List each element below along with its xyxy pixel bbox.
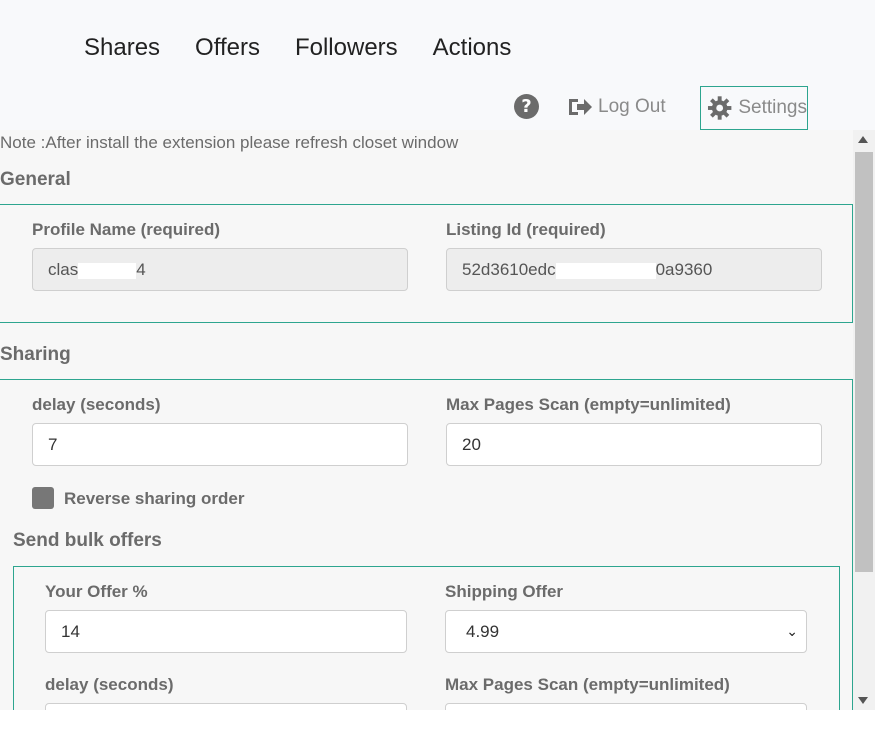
main-nav: Shares Offers Followers Actions [84,34,546,62]
max-pages-label: Max Pages Scan (empty=unlimited) [446,395,731,414]
toolbar: ? Log Out Settings [0,86,875,130]
listing-id-field[interactable]: 52d3610edc 0a9360 [446,248,822,291]
nav-followers[interactable]: Followers [295,34,398,62]
sharing-section-title: Sharing [0,344,71,365]
delay-label: delay (seconds) [32,395,161,414]
chevron-down-icon: ⌄ [786,623,798,639]
bulk-offers-title: Send bulk offers [13,530,162,551]
top-bar: Shares Offers Followers Actions ? Log Ou… [0,0,875,130]
gear-icon [707,96,732,120]
vertical-scrollbar[interactable] [853,130,875,710]
nav-offers[interactable]: Offers [195,34,260,62]
scroll-down-arrow-icon[interactable] [858,697,868,704]
offer-percent-input[interactable]: 14 [45,610,407,653]
redaction-mask [78,262,137,279]
install-note: Note :After install the extension please… [0,133,459,152]
reverse-sharing-checkbox[interactable] [32,487,54,509]
offer-percent-label: Your Offer % [45,582,148,601]
nav-shares[interactable]: Shares [84,34,160,62]
logout-label: Log Out [598,96,666,117]
listing-id-prefix: 52d3610edc [462,260,556,279]
offers-max-pages-input[interactable] [445,703,807,710]
general-panel: Profile Name (required) clas 4 Listing Id… [0,204,853,323]
shipping-offer-value: 4.99 [466,622,500,641]
settings-button[interactable]: Settings [700,86,808,130]
logout-button[interactable]: Log Out [567,96,666,118]
reverse-sharing-label: Reverse sharing order [64,489,245,508]
help-icon[interactable]: ? [514,94,539,119]
listing-id-label: Listing Id (required) [446,220,606,239]
scroll-thumb[interactable] [855,152,873,572]
settings-content: Note :After install the extension please… [0,130,855,710]
offers-delay-input[interactable] [45,703,407,710]
nav-actions[interactable]: Actions [433,34,512,62]
listing-id-suffix: 0a9360 [655,260,713,279]
max-pages-input[interactable]: 20 [446,423,822,466]
sharing-panel: delay (seconds) 7 Max Pages Scan (empty=… [0,379,853,710]
redaction-mask [555,262,656,279]
general-section-title: General [0,169,71,190]
sign-out-icon [569,99,592,115]
shipping-offer-label: Shipping Offer [445,582,564,601]
profile-name-field[interactable]: clas 4 [32,248,408,291]
profile-name-label: Profile Name (required) [32,220,220,239]
settings-label: Settings [738,97,807,118]
profile-name-prefix: clas [48,260,79,279]
scroll-up-arrow-icon[interactable] [858,136,868,143]
shipping-offer-select[interactable]: 4.99 ⌄ [445,610,807,653]
bulk-offers-panel: Your Offer % 14 Shipping Offer 4.99 ⌄ de… [13,566,840,710]
delay-input[interactable]: 7 [32,423,408,466]
offers-delay-label: delay (seconds) [45,675,174,694]
profile-name-suffix: 4 [136,260,146,279]
offers-max-pages-label: Max Pages Scan (empty=unlimited) [445,675,730,694]
